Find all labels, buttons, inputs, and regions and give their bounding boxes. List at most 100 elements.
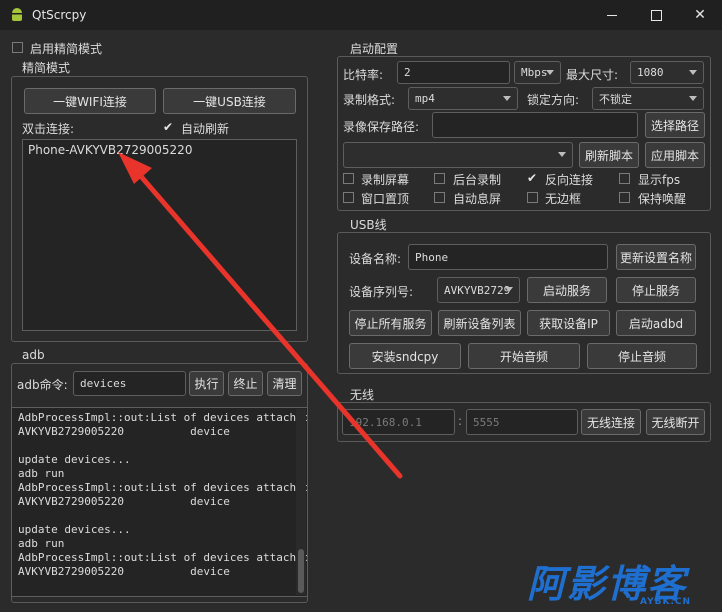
stop-audio-button[interactable]: 停止音频 — [587, 343, 697, 369]
start-adbd-button[interactable]: 启动adbd — [616, 310, 696, 336]
wireless-connect-button[interactable]: 无线连接 — [581, 409, 641, 435]
adb-group-title: adb — [22, 348, 45, 362]
stop-service-button[interactable]: 停止服务 — [616, 277, 696, 303]
chevron-down-icon — [689, 69, 697, 75]
ip-port-separator: : — [458, 414, 463, 428]
auto-screen-off-checkbox[interactable] — [434, 192, 445, 203]
device-serial-value: AVKYVB2729 — [444, 283, 511, 297]
stop-all-services-button[interactable]: 停止所有服务 — [349, 310, 432, 336]
bitrate-unit-value: Mbps — [521, 66, 548, 79]
record-screen-checkbox[interactable] — [343, 173, 354, 184]
chevron-down-icon — [558, 152, 566, 157]
always-on-top-label: 窗口置顶 — [361, 192, 410, 206]
always-on-top-checkbox[interactable] — [343, 192, 354, 203]
chevron-down-icon — [689, 95, 697, 101]
simple-mode-label: 启用精简模式 — [30, 42, 103, 56]
start-config-title: 启动配置 — [350, 42, 399, 56]
record-format-label: 录制格式: — [343, 93, 396, 107]
log-line: update devices... — [18, 523, 131, 536]
usb-connect-button[interactable]: 一键USB连接 — [163, 88, 296, 114]
device-name-input[interactable]: Phone — [408, 244, 608, 270]
device-list[interactable]: Phone-AVKYVB2729005220 — [22, 139, 297, 331]
close-button[interactable]: ✕ — [678, 0, 722, 30]
script-select[interactable] — [343, 142, 573, 168]
title-bar: QtScrcpy ✕ — [0, 0, 722, 30]
get-device-ip-button[interactable]: 获取设备IP — [527, 310, 610, 336]
log-scrollbar-thumb[interactable] — [298, 549, 304, 593]
stay-awake-label: 保持唤醒 — [638, 192, 687, 206]
log-line: AdbProcessImpl::out:List of devices atta… — [18, 411, 308, 424]
clear-button[interactable]: 清理 — [267, 371, 302, 396]
usb-group-title: USB线 — [350, 218, 387, 232]
log-scrollbar[interactable] — [296, 409, 306, 595]
record-path-input[interactable] — [432, 112, 638, 138]
wireless-group-title: 无线 — [350, 388, 375, 402]
log-line: AVKYVB2729005220 device — [18, 495, 230, 508]
maximize-button[interactable] — [634, 0, 678, 30]
device-list-item[interactable]: Phone-AVKYVB2729005220 — [28, 143, 192, 157]
record-format-value: mp4 — [415, 92, 435, 105]
window-title: QtScrcpy — [32, 8, 87, 22]
terminate-button[interactable]: 终止 — [228, 371, 263, 396]
select-path-button[interactable]: 选择路径 — [645, 112, 705, 138]
chevron-down-icon — [546, 69, 554, 75]
auto-screen-off-label: 自动息屏 — [453, 192, 502, 206]
log-line: update devices... — [18, 453, 131, 466]
show-fps-label: 显示fps — [638, 173, 681, 187]
frameless-label: 无边框 — [545, 192, 582, 206]
log-line: AVKYVB2729005220 device — [18, 565, 230, 578]
refresh-device-list-button[interactable]: 刷新设备列表 — [438, 310, 521, 336]
max-size-select[interactable]: 1080 — [630, 61, 704, 84]
wireless-disconnect-button[interactable]: 无线断开 — [646, 409, 705, 435]
lock-orientation-label: 锁定方向: — [527, 93, 580, 107]
wireless-ip-input[interactable]: 192.168.0.1 — [342, 409, 455, 435]
auto-refresh-checkbox[interactable]: ✔ — [163, 121, 175, 133]
log-line: AdbProcessImpl::out:List of devices atta… — [18, 551, 308, 564]
bitrate-label: 比特率: — [343, 68, 384, 82]
minimize-button[interactable] — [590, 0, 634, 30]
wireless-port-input[interactable]: 5555 — [466, 409, 578, 435]
start-service-button[interactable]: 启动服务 — [527, 277, 607, 303]
device-serial-select[interactable]: AVKYVB2729 — [437, 277, 520, 303]
background-record-label: 后台录制 — [453, 173, 502, 187]
execute-button[interactable]: 执行 — [189, 371, 224, 396]
start-audio-button[interactable]: 开始音频 — [468, 343, 580, 369]
simple-mode-checkbox[interactable] — [12, 42, 23, 53]
show-fps-checkbox[interactable] — [619, 173, 630, 184]
reverse-connect-checkbox[interactable]: ✔ — [527, 171, 537, 185]
record-screen-label: 录制屏幕 — [361, 173, 410, 187]
watermark-sub: AYBK.CN — [640, 597, 692, 607]
simple-group-title: 精简模式 — [22, 61, 71, 75]
max-size-label: 最大尺寸: — [566, 68, 619, 82]
log-line: adb run — [18, 467, 65, 480]
chevron-down-icon — [503, 95, 511, 101]
install-sndcpy-button[interactable]: 安装sndcpy — [349, 343, 461, 369]
frameless-checkbox[interactable] — [527, 192, 538, 203]
apply-script-button[interactable]: 应用脚本 — [645, 142, 705, 168]
adb-command-input[interactable]: devices — [73, 371, 186, 396]
device-name-label: 设备名称: — [349, 252, 402, 266]
refresh-script-button[interactable]: 刷新脚本 — [579, 142, 639, 168]
auto-refresh-label: 自动刷新 — [181, 122, 230, 136]
chevron-down-icon — [505, 287, 513, 292]
bitrate-input[interactable]: 2 — [397, 61, 510, 84]
log-line: AdbProcessImpl::out:List of devices atta… — [18, 481, 308, 494]
lock-orientation-select[interactable]: 不锁定 — [592, 87, 704, 110]
adb-log-output[interactable]: AdbProcessImpl::out:List of devices atta… — [11, 407, 308, 597]
log-lines: AdbProcessImpl::out:List of devices atta… — [18, 411, 308, 579]
adb-command-label: adb命令: — [17, 378, 68, 392]
wifi-connect-button[interactable]: 一键WIFI连接 — [24, 88, 156, 114]
record-format-select[interactable]: mp4 — [408, 87, 518, 110]
update-name-button[interactable]: 更新设置名称 — [616, 244, 696, 270]
reverse-connect-label: 反向连接 — [545, 173, 594, 187]
double-click-label: 双击连接: — [22, 122, 75, 136]
record-path-label: 录像保存路径: — [343, 120, 420, 134]
stay-awake-checkbox[interactable] — [619, 192, 630, 203]
android-icon — [11, 8, 23, 21]
max-size-value: 1080 — [637, 66, 664, 79]
bitrate-unit-select[interactable]: Mbps — [514, 61, 561, 84]
lock-orientation-value: 不锁定 — [599, 92, 632, 106]
background-record-checkbox[interactable] — [434, 173, 445, 184]
